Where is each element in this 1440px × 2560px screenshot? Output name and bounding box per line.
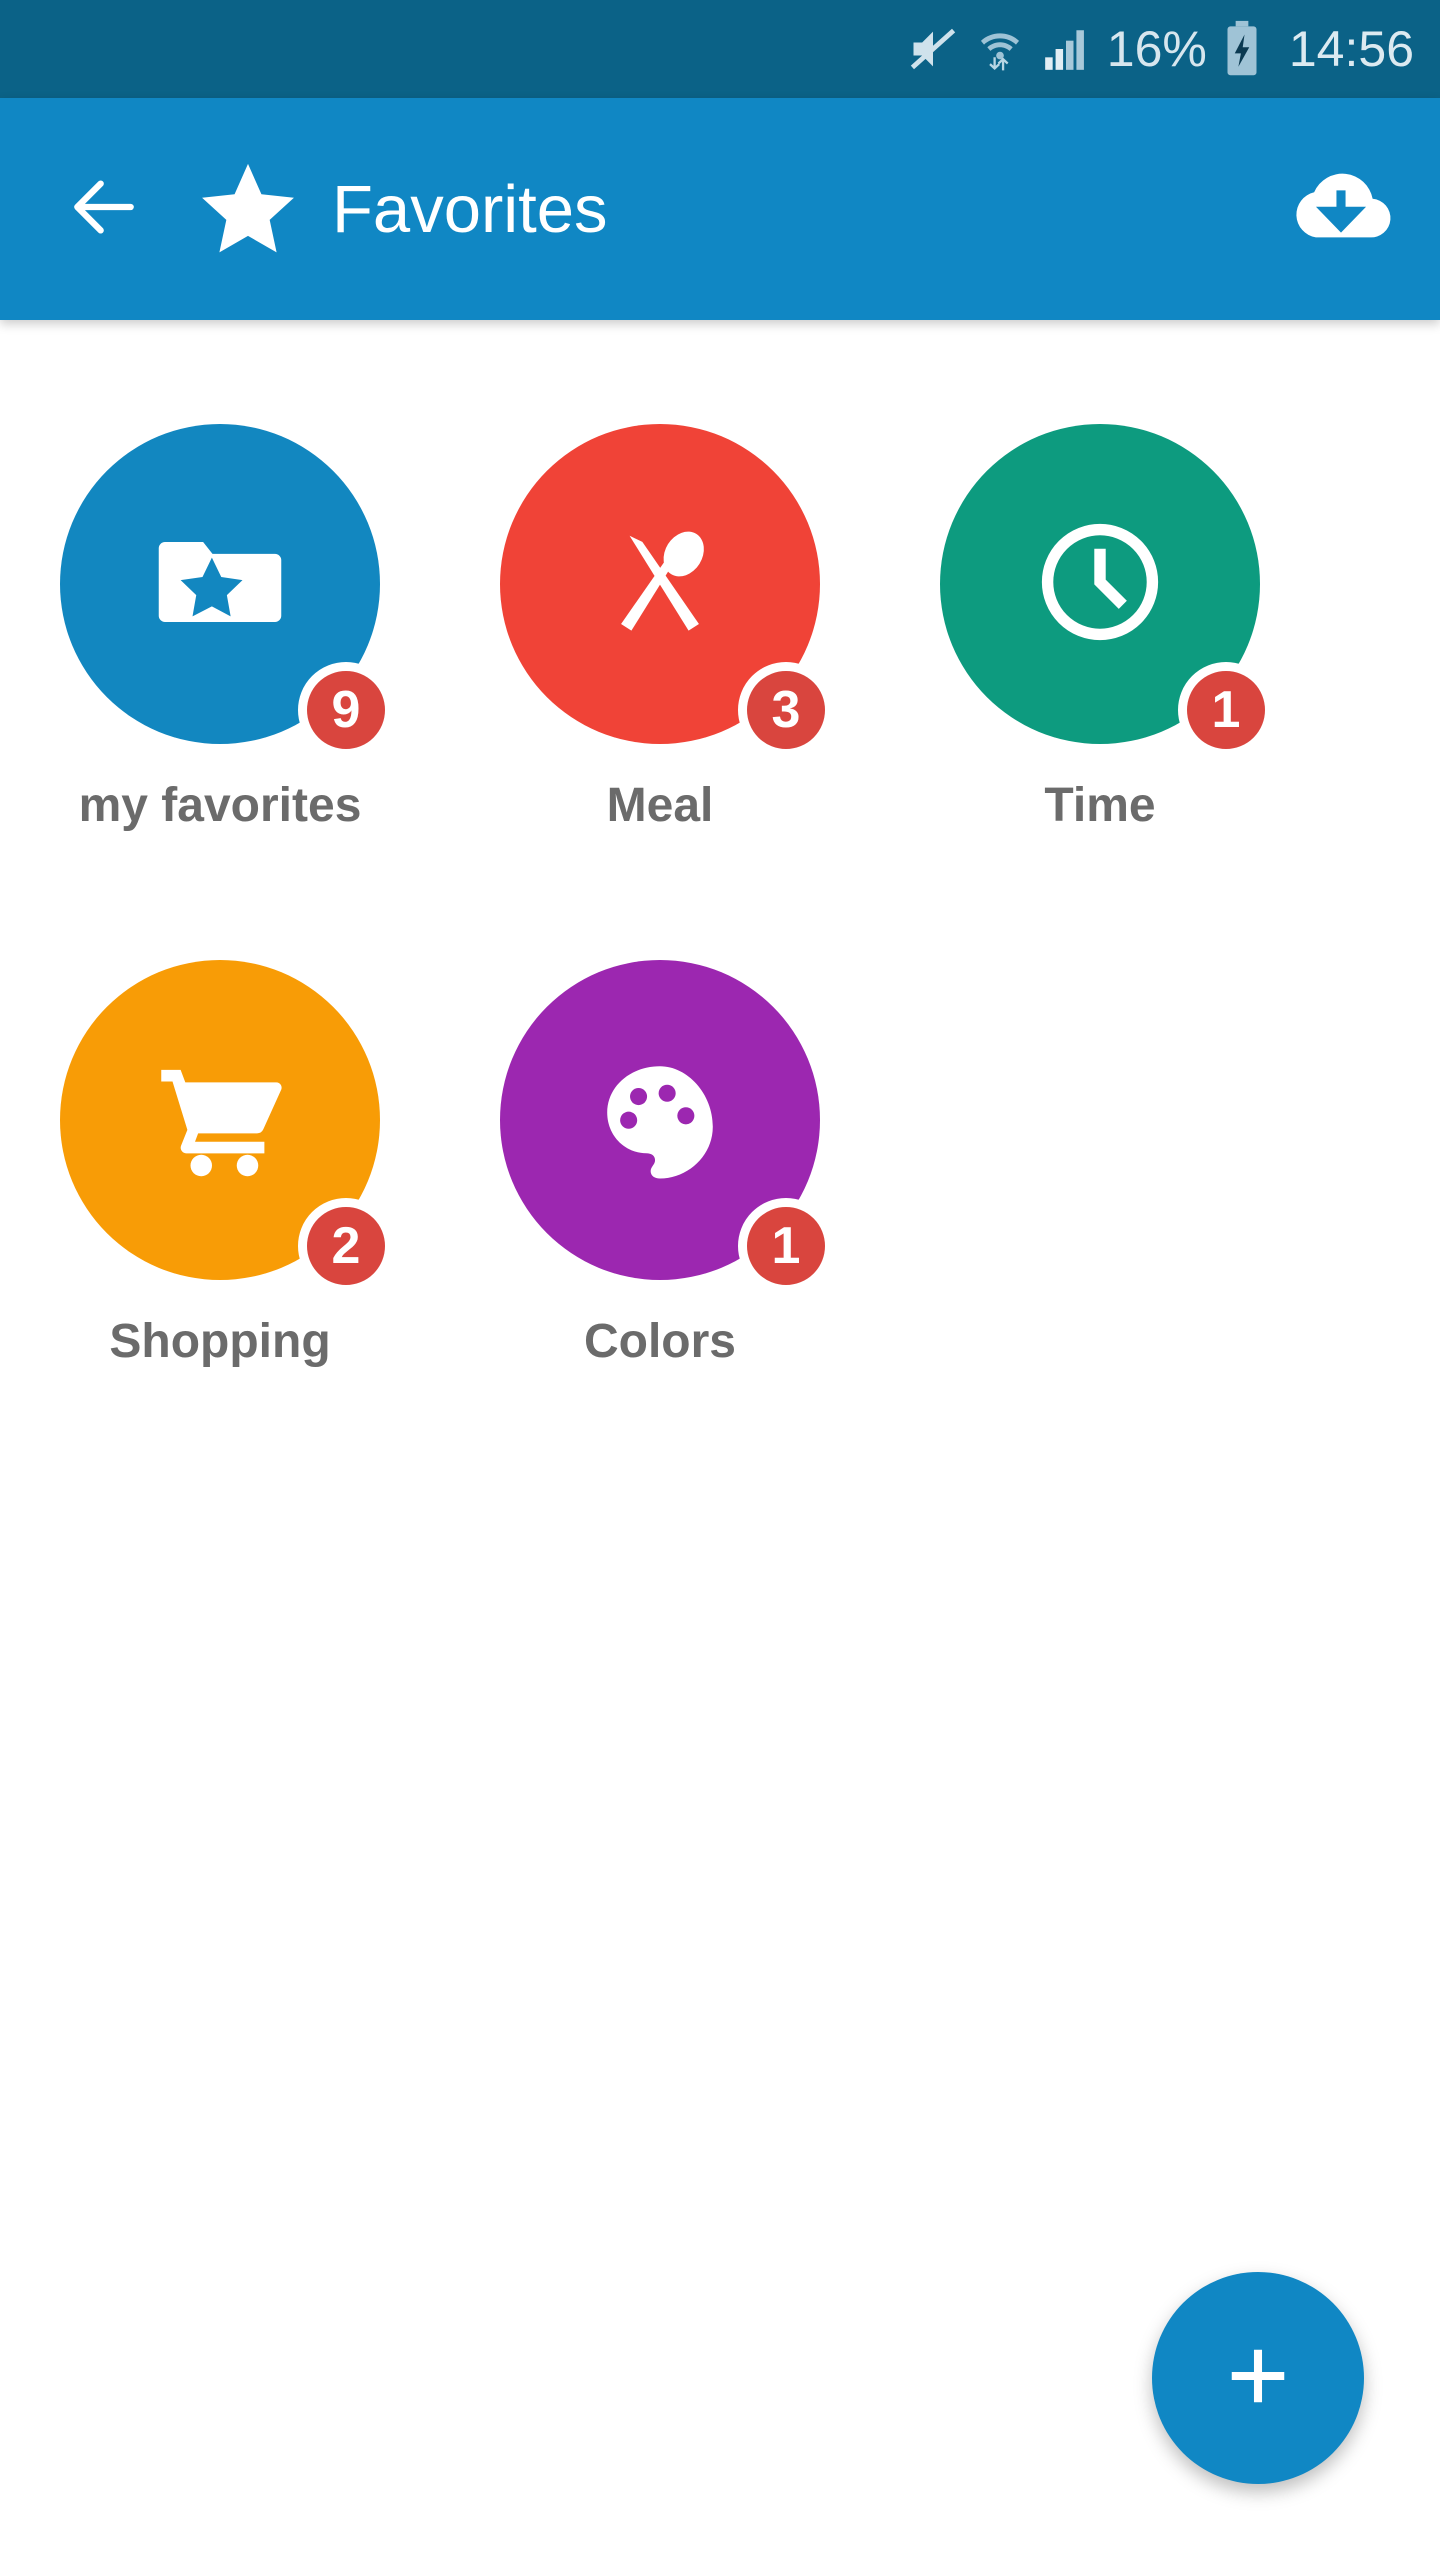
category-item-colors[interactable]: 1 Colors xyxy=(440,960,880,1496)
status-badge: 9 xyxy=(298,662,394,758)
download-button[interactable] xyxy=(1286,154,1396,264)
status-badge: 3 xyxy=(738,662,834,758)
category-grid: 9 my favorites 3 Meal 1 Time 2 Shopping … xyxy=(0,320,1440,1496)
back-button[interactable] xyxy=(56,161,152,257)
category-circle-wrap: 2 xyxy=(60,960,394,1294)
add-button[interactable] xyxy=(1152,2272,1364,2484)
battery-percent-label: 16% xyxy=(1106,21,1207,77)
cellular-signal-icon xyxy=(1041,24,1091,74)
clock-icon xyxy=(1026,508,1174,661)
category-circle-wrap: 3 xyxy=(500,424,834,758)
category-item-meal[interactable]: 3 Meal xyxy=(440,424,880,960)
category-label: Time xyxy=(1044,779,1156,832)
category-item-time[interactable]: 1 Time xyxy=(880,424,1320,960)
cloud-download-icon xyxy=(1289,155,1393,264)
back-arrow-icon xyxy=(64,167,144,252)
folder-star-icon xyxy=(145,507,295,662)
app-bar: Favorites xyxy=(0,98,1440,320)
category-circle-wrap: 9 xyxy=(60,424,394,758)
volume-muted-icon xyxy=(907,23,959,75)
cutlery-icon xyxy=(587,509,733,660)
category-circle-wrap: 1 xyxy=(940,424,1274,758)
category-item-my-favorites[interactable]: 9 my favorites xyxy=(0,424,440,960)
status-badge: 1 xyxy=(738,1198,834,1294)
star-icon xyxy=(196,157,300,261)
status-badge: 1 xyxy=(1178,662,1274,758)
shopping-cart-icon xyxy=(145,1043,295,1198)
content-area: 9 my favorites 3 Meal 1 Time 2 Shopping … xyxy=(0,320,1440,2560)
palette-icon xyxy=(594,1052,726,1189)
plus-icon xyxy=(1216,2334,1300,2423)
category-item-shopping[interactable]: 2 Shopping xyxy=(0,960,440,1496)
status-bar-icons: 16% 14:56 xyxy=(907,20,1414,78)
battery-charging-icon xyxy=(1223,20,1261,78)
category-circle-wrap: 1 xyxy=(500,960,834,1294)
status-badge: 2 xyxy=(298,1198,394,1294)
category-label: my favorites xyxy=(78,779,362,832)
status-bar: 16% 14:56 xyxy=(0,0,1440,98)
category-label: Colors xyxy=(583,1315,736,1368)
category-label: Shopping xyxy=(109,1315,331,1368)
grid-empty-cell xyxy=(880,960,1320,1496)
page-title: Favorites xyxy=(332,171,608,247)
status-bar-clock: 14:56 xyxy=(1288,21,1414,77)
wifi-icon xyxy=(975,23,1025,75)
category-label: Meal xyxy=(606,779,714,832)
